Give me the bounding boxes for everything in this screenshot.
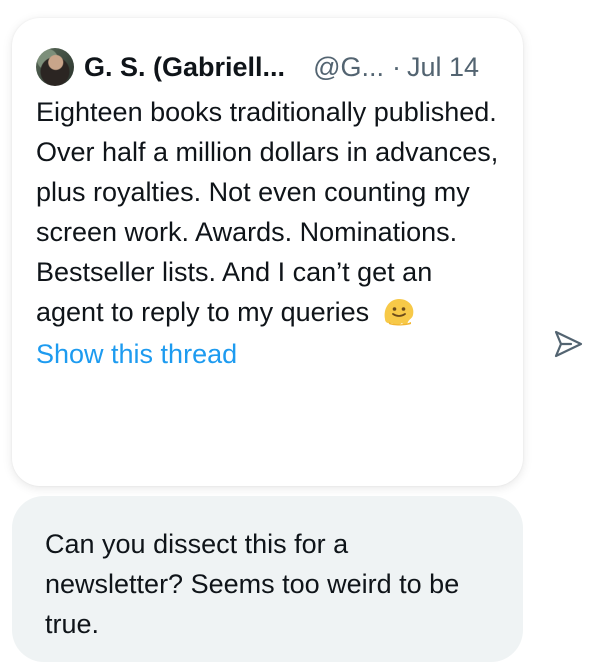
send-button[interactable]: [548, 326, 588, 366]
author-name[interactable]: G. S. (Gabriell...: [84, 52, 285, 83]
author-handle[interactable]: @G...: [313, 52, 384, 83]
message-text: Can you dissect this for a newsletter? S…: [45, 529, 460, 639]
dm-conversation: G. S. (Gabriell... @G... · Jul 14 Eighte…: [0, 0, 602, 672]
shared-tweet-card[interactable]: G. S. (Gabriell... @G... · Jul 14 Eighte…: [12, 18, 523, 486]
show-thread-link[interactable]: Show this thread: [36, 334, 237, 374]
melting-face-icon: [381, 295, 417, 327]
tweet-header: G. S. (Gabriell... @G... · Jul 14: [36, 48, 499, 86]
send-icon: [551, 327, 585, 366]
separator-dot: ·: [391, 51, 401, 82]
tweet-text: Eighteen books traditionally published. …: [36, 92, 506, 332]
tweet-date[interactable]: Jul 14: [407, 52, 479, 83]
avatar[interactable]: [36, 48, 74, 86]
tweet-body-text: Eighteen books traditionally published. …: [36, 97, 499, 327]
message-bubble[interactable]: Can you dissect this for a newsletter? S…: [12, 496, 523, 662]
